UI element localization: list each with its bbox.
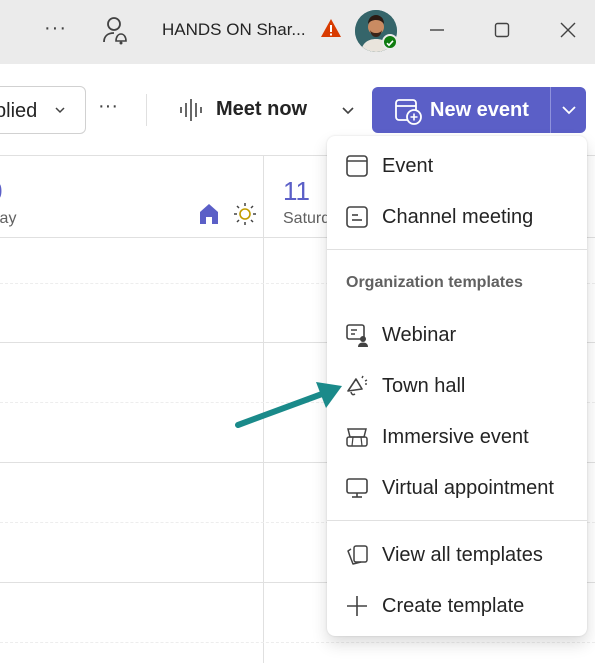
- day-number[interactable]: 11: [283, 176, 310, 207]
- menu-item-immersive-event[interactable]: Immersive event: [327, 415, 587, 459]
- presence-available-icon: [382, 34, 398, 50]
- day-name: Saturd: [283, 210, 331, 227]
- channel-meeting-icon: [345, 205, 369, 229]
- filter-button[interactable]: plied: [0, 86, 86, 134]
- person-notification-icon[interactable]: [100, 14, 130, 46]
- day-number: 0: [0, 176, 2, 207]
- audio-waveform-icon: [178, 96, 206, 124]
- meet-now-button[interactable]: Meet now: [176, 92, 326, 128]
- menu-item-label: Webinar: [382, 324, 457, 346]
- menu-item-virtual-appointment[interactable]: Virtual appointment: [327, 466, 587, 510]
- maximize-icon[interactable]: [488, 16, 516, 44]
- virtual-appointment-icon: [345, 476, 369, 500]
- menu-item-view-all-templates[interactable]: View all templates: [327, 533, 587, 577]
- toolbar-divider: [146, 94, 147, 126]
- menu-item-label: Virtual appointment: [382, 477, 554, 499]
- filter-label: plied: [0, 100, 38, 122]
- meet-now-chevron-icon[interactable]: [340, 104, 356, 118]
- menu-item-webinar[interactable]: Webinar: [327, 313, 587, 357]
- plus-icon: [345, 594, 369, 618]
- annotation-arrow-icon: [230, 372, 350, 432]
- menu-item-town-hall[interactable]: Town hall: [327, 364, 587, 408]
- minimize-icon[interactable]: [423, 16, 451, 44]
- webinar-icon: [345, 323, 369, 347]
- templates-icon: [345, 543, 369, 567]
- menu-item-label: Event: [382, 155, 434, 177]
- menu-divider: [327, 520, 587, 521]
- menu-divider: [327, 249, 587, 250]
- calendar-event-icon: [345, 154, 369, 178]
- menu-section-title: Organization templates: [346, 274, 523, 291]
- half-hour-line: [0, 642, 595, 643]
- menu-item-label: Town hall: [382, 375, 466, 397]
- meet-now-label: Meet now: [216, 98, 308, 120]
- menu-item-event[interactable]: Event: [327, 144, 587, 188]
- menu-item-label: View all templates: [382, 544, 543, 566]
- new-event-menu: Event Channel meeting Organization templ…: [327, 136, 587, 636]
- menu-item-channel-meeting[interactable]: Channel meeting: [327, 195, 587, 239]
- new-event-dropdown-button[interactable]: [550, 87, 586, 133]
- more-actions-button[interactable]: ···: [98, 96, 124, 122]
- menu-item-label: Channel meeting: [382, 206, 534, 228]
- chevron-down-icon: [53, 103, 67, 117]
- menu-item-label: Immersive event: [382, 426, 529, 448]
- new-event-label: New event: [430, 99, 529, 121]
- close-icon[interactable]: [554, 16, 582, 44]
- new-event-button[interactable]: New event: [372, 87, 550, 133]
- warning-icon[interactable]: [320, 17, 342, 39]
- menu-item-create-template[interactable]: Create template: [327, 584, 587, 628]
- day-name: lay: [0, 210, 17, 227]
- sun-icon: [233, 202, 257, 226]
- home-icon: [198, 202, 220, 226]
- window-title: HANDS ON Shar...: [162, 20, 306, 39]
- title-bar: ··· HANDS ON Shar...: [0, 0, 595, 64]
- calendar-add-icon: [394, 97, 422, 125]
- more-options-icon[interactable]: ···: [44, 18, 68, 42]
- menu-item-label: Create template: [382, 595, 525, 617]
